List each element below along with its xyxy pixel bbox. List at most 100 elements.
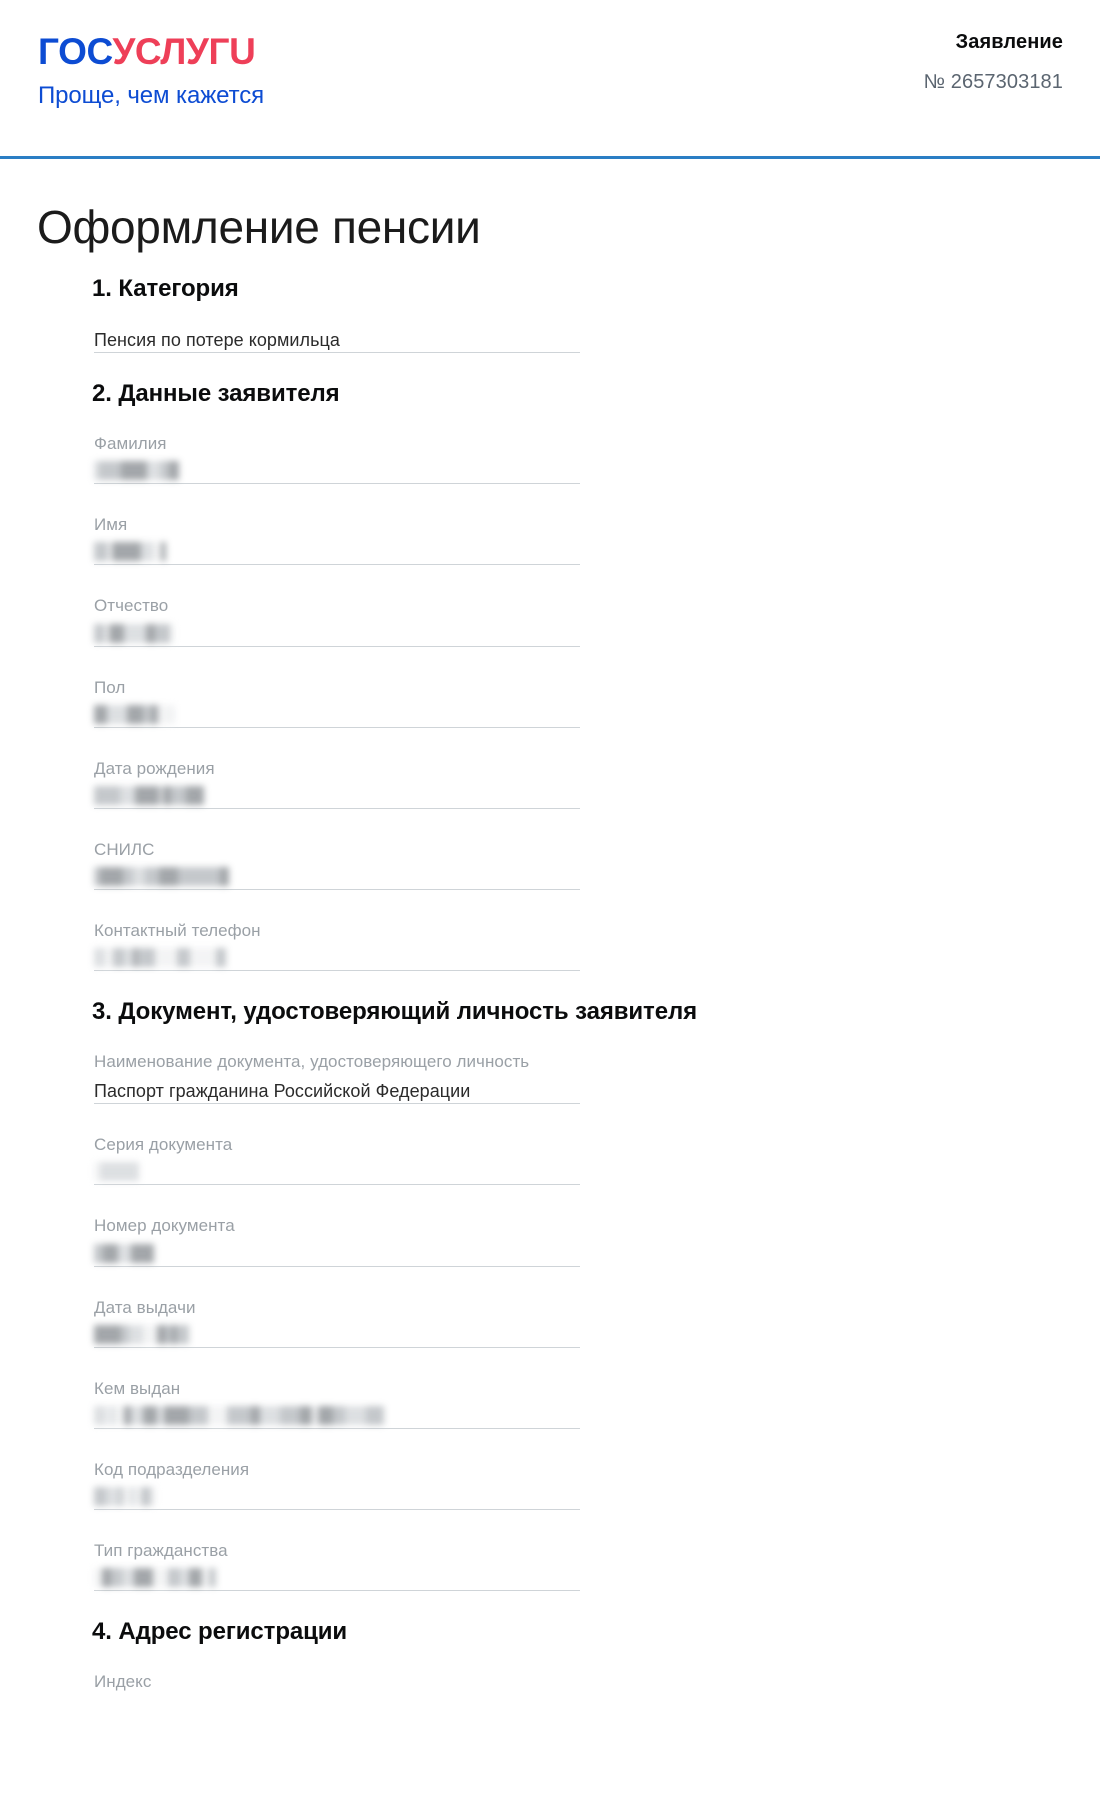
- page-title: Оформление пенсии: [37, 201, 481, 253]
- logo-text-red: УСЛУГU: [112, 31, 256, 72]
- header-divider: [0, 156, 1100, 159]
- field-label: Индекс: [94, 1671, 152, 1691]
- gosuslugi-logo: ГОСУСЛУГU: [38, 33, 264, 70]
- redacted-value-bar: [94, 947, 226, 967]
- document-number: № 2657303181: [923, 71, 1063, 93]
- field-underline: [94, 645, 580, 647]
- field-value-redacted: [94, 1324, 580, 1347]
- form-field[interactable]: Отчество: [94, 595, 580, 647]
- field-value-redacted: [94, 542, 580, 564]
- form-section: 1. Категория Пенсия по потере кормильца: [0, 274, 1100, 354]
- field-label: Наименование документа, удостоверяющего …: [94, 1051, 530, 1071]
- field-value-redacted: [94, 1162, 580, 1184]
- field-value-redacted: [94, 947, 580, 970]
- field-label: Контактный телефон: [94, 920, 261, 940]
- field-label: Серия документа: [94, 1135, 233, 1155]
- field-value-redacted: [94, 866, 580, 889]
- document-header: ГОСУСЛУГU Проще, чем кажется Заявление №…: [0, 0, 1100, 159]
- redacted-value-bar: [94, 461, 179, 481]
- section-heading: 2. Данные заявителя: [92, 380, 340, 408]
- form-field[interactable]: Тип гражданства: [94, 1540, 580, 1591]
- form-field[interactable]: Серия документа: [94, 1134, 580, 1186]
- gosuslugi-brand: ГОСУСЛУГU Проще, чем кажется: [38, 33, 264, 110]
- redacted-value-bar: [94, 1405, 384, 1425]
- document-meta: Заявление № 2657303181: [924, 30, 1063, 94]
- field-value-redacted: [94, 785, 580, 808]
- field-label: СНИЛС: [94, 839, 155, 859]
- section-heading: 1. Категория: [92, 275, 239, 302]
- field-value: Паспорт гражданина Российской Федерации: [94, 1081, 471, 1102]
- form-field[interactable]: Имя: [94, 514, 580, 566]
- redacted-value-bar: [94, 542, 166, 562]
- form-field[interactable]: Фамилия: [94, 433, 580, 485]
- field-label: Тип гражданства: [94, 1540, 228, 1560]
- redacted-value-bar: [94, 1162, 139, 1182]
- field-value-redacted: [94, 461, 580, 483]
- document-type-label: Заявление: [955, 31, 1063, 53]
- field-underline: [94, 888, 580, 890]
- section-heading: 4. Адрес регистрации: [92, 1617, 348, 1645]
- field-underline: [94, 483, 580, 485]
- brand-tagline: Проще, чем кажется: [38, 82, 265, 109]
- field-underline: [94, 1508, 580, 1510]
- field-underline: [94, 1346, 580, 1348]
- form-field[interactable]: Дата рождения: [94, 758, 580, 809]
- field-underline: [94, 726, 580, 728]
- logo-text-blue: ГОС: [38, 31, 113, 72]
- redacted-value-bar: [94, 1486, 156, 1506]
- redacted-value-bar: [94, 866, 229, 886]
- field-label: Пол: [94, 677, 126, 697]
- form-sections: 1. Категория Пенсия по потере кормильца 2.…: [0, 274, 1100, 1721]
- form-field[interactable]: Кем выдан: [94, 1378, 580, 1429]
- field-label: Фамилия: [94, 434, 167, 454]
- form-section: 3. Документ, удостоверяющий личность зая…: [0, 971, 1100, 1591]
- redacted-value-bar: [94, 623, 174, 643]
- field-label: Отчество: [94, 596, 169, 616]
- field-value-redacted: [94, 704, 580, 727]
- form-field[interactable]: Номер документа: [94, 1215, 580, 1267]
- form-field[interactable]: СНИЛС: [94, 839, 580, 890]
- section-heading: 3. Документ, удостоверяющий личность зая…: [92, 997, 698, 1025]
- field-value-redacted: [94, 1405, 580, 1428]
- form-section: 4. Адрес регистрации Индекс: [0, 1591, 1100, 1721]
- field-label: Имя: [94, 515, 128, 535]
- redacted-value-bar: [94, 1243, 154, 1263]
- form-field[interactable]: Индекс: [94, 1671, 580, 1721]
- field-value: [94, 1699, 580, 1721]
- form-field[interactable]: Пол: [94, 677, 580, 728]
- form-field[interactable]: Пенсия по потере кормильца: [94, 328, 580, 354]
- field-underline: [94, 1265, 580, 1267]
- form-field[interactable]: Наименование документа, удостоверяющего …: [94, 1051, 580, 1105]
- redacted-value-bar: [94, 785, 204, 805]
- redacted-value-bar: [94, 704, 174, 724]
- field-value-redacted: [94, 623, 580, 646]
- field-value-redacted: [94, 1243, 580, 1266]
- form-field[interactable]: Дата выдачи: [94, 1297, 580, 1348]
- field-underline: [94, 1103, 580, 1105]
- field-underline: [94, 564, 580, 566]
- field-value: Пенсия по потере кормильца: [94, 330, 340, 350]
- form-field[interactable]: Код подразделения: [94, 1459, 580, 1510]
- field-label: Дата выдачи: [94, 1297, 196, 1317]
- redacted-value-bar: [94, 1567, 216, 1587]
- field-value-redacted: [94, 1567, 580, 1590]
- form-section: 2. Данные заявителя Фамилия Имя Отчество Пол…: [0, 353, 1100, 971]
- field-label: Код подразделения: [94, 1459, 250, 1479]
- field-underline: [94, 1427, 580, 1429]
- form-field[interactable]: Контактный телефон: [94, 920, 580, 971]
